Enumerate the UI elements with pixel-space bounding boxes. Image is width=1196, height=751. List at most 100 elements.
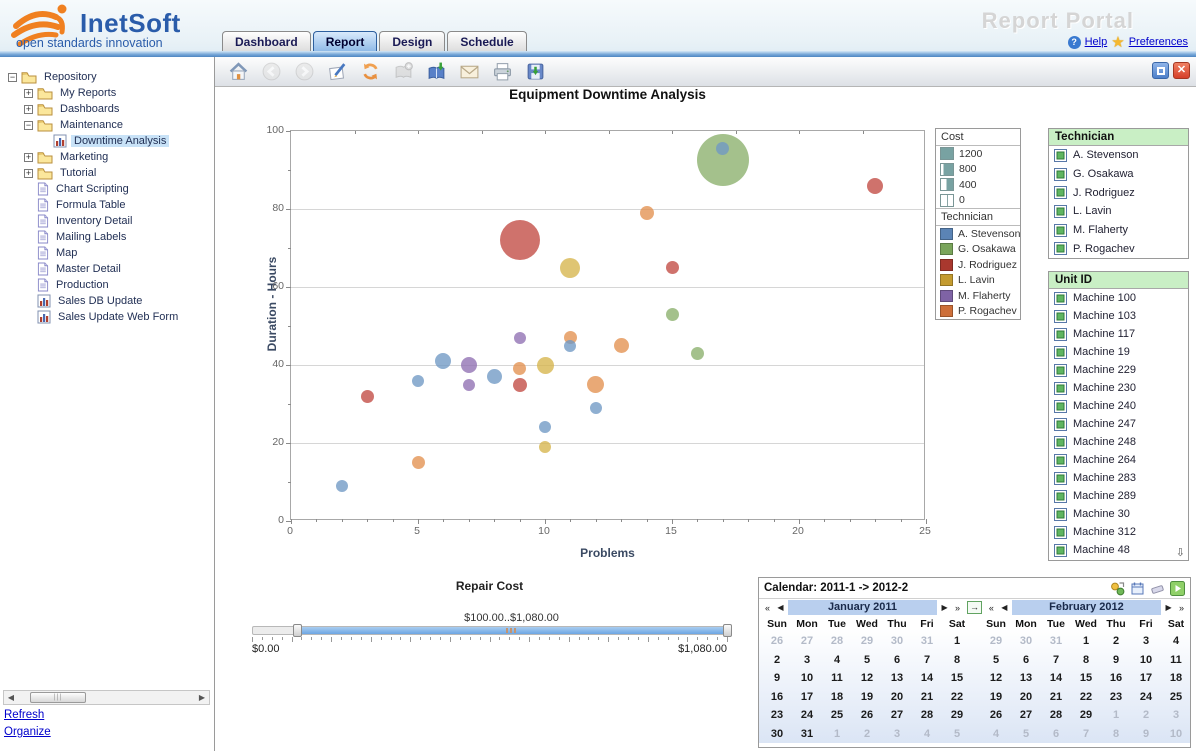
filter-item-j-rodriguez[interactable]: J. Rodriguez bbox=[1049, 183, 1188, 202]
slider-grip-icon[interactable] bbox=[506, 628, 516, 633]
checkbox-checked-icon[interactable] bbox=[1054, 382, 1067, 395]
calendar-day[interactable]: 16 bbox=[1101, 669, 1131, 688]
calendar-day[interactable]: 25 bbox=[822, 706, 852, 725]
edit-icon[interactable] bbox=[326, 61, 348, 83]
organize-link[interactable]: Organize bbox=[4, 726, 51, 738]
preferences-star-icon[interactable]: ★ bbox=[1111, 33, 1124, 51]
checkbox-checked-icon[interactable] bbox=[1054, 490, 1067, 503]
filter-item-machine-312[interactable]: Machine 312 bbox=[1049, 523, 1188, 541]
calendar-day[interactable]: 7 bbox=[1071, 725, 1101, 744]
calendar-day[interactable]: 3 bbox=[882, 725, 912, 744]
next-year-icon[interactable]: » bbox=[1176, 603, 1187, 613]
refresh-icon[interactable] bbox=[359, 61, 381, 83]
tree-item-formula-table[interactable]: Formula Table bbox=[4, 197, 210, 213]
calendar-day[interactable]: 4 bbox=[822, 651, 852, 670]
scroll-left-icon[interactable]: ◀ bbox=[4, 693, 18, 702]
calendar-day[interactable]: 27 bbox=[1011, 706, 1041, 725]
calendar-day[interactable]: 31 bbox=[912, 632, 942, 651]
calendar-day[interactable]: 1 bbox=[822, 725, 852, 744]
calendar-day[interactable]: 11 bbox=[822, 669, 852, 688]
calendar-day[interactable]: 27 bbox=[792, 632, 822, 651]
filter-item-machine-100[interactable]: Machine 100 bbox=[1049, 289, 1188, 307]
scrollbar-thumb[interactable]: ||| bbox=[30, 692, 86, 703]
filter-item-l-lavin[interactable]: L. Lavin bbox=[1049, 202, 1188, 221]
calendar-day[interactable]: 4 bbox=[1161, 632, 1191, 651]
checkbox-checked-icon[interactable] bbox=[1054, 400, 1067, 413]
calendar-day[interactable]: 15 bbox=[942, 669, 972, 688]
month-header-1[interactable]: January 2011 bbox=[788, 600, 937, 615]
slider-right-handle[interactable] bbox=[723, 624, 732, 637]
checkbox-checked-icon[interactable] bbox=[1054, 418, 1067, 431]
help-link[interactable]: Help bbox=[1085, 36, 1108, 48]
calendar-day[interactable]: 9 bbox=[1101, 651, 1131, 670]
calendar-day[interactable]: 13 bbox=[1011, 669, 1041, 688]
calendar-day[interactable]: 14 bbox=[912, 669, 942, 688]
apply-icon[interactable] bbox=[1170, 581, 1185, 596]
calendar-day[interactable]: 5 bbox=[942, 725, 972, 744]
calendar-day[interactable]: 23 bbox=[1101, 688, 1131, 707]
expand-icon[interactable]: + bbox=[24, 89, 33, 98]
filter-item-machine-247[interactable]: Machine 247 bbox=[1049, 415, 1188, 433]
calendar-day[interactable]: 8 bbox=[1071, 651, 1101, 670]
checkbox-checked-icon[interactable] bbox=[1054, 454, 1067, 467]
next-year-icon[interactable]: » bbox=[952, 603, 963, 613]
calendar-day[interactable]: 30 bbox=[882, 632, 912, 651]
calendar-day[interactable]: 25 bbox=[1161, 688, 1191, 707]
collapse-icon[interactable]: − bbox=[8, 73, 17, 82]
calendar-day[interactable]: 23 bbox=[762, 706, 792, 725]
calendar-day[interactable]: 12 bbox=[852, 669, 882, 688]
calendar-day[interactable]: 15 bbox=[1071, 669, 1101, 688]
calendar-day[interactable]: 5 bbox=[1011, 725, 1041, 744]
calendar-day[interactable]: 28 bbox=[912, 706, 942, 725]
calendar-day[interactable]: 5 bbox=[852, 651, 882, 670]
tree-item-sales-update-web-form[interactable]: Sales Update Web Form bbox=[4, 309, 210, 325]
help-icon[interactable]: ? bbox=[1068, 36, 1081, 49]
tree-item-marketing[interactable]: +Marketing bbox=[4, 149, 210, 165]
calendar-day[interactable]: 2 bbox=[1101, 632, 1131, 651]
calendar-day[interactable]: 26 bbox=[852, 706, 882, 725]
range-select-icon[interactable]: → bbox=[967, 601, 982, 614]
checkbox-checked-icon[interactable] bbox=[1054, 508, 1067, 521]
print-icon[interactable] bbox=[491, 61, 513, 83]
preferences-link[interactable]: Preferences bbox=[1129, 36, 1188, 48]
calendar-day[interactable]: 3 bbox=[1131, 632, 1161, 651]
calendar-day[interactable]: 18 bbox=[1161, 669, 1191, 688]
calendar-day[interactable]: 13 bbox=[882, 669, 912, 688]
calendar-day[interactable]: 29 bbox=[1071, 706, 1101, 725]
repair-cost-slider[interactable] bbox=[252, 626, 727, 635]
calendar-day[interactable]: 18 bbox=[822, 688, 852, 707]
calendar-day[interactable]: 17 bbox=[792, 688, 822, 707]
calendar-day[interactable]: 6 bbox=[1011, 651, 1041, 670]
checkbox-checked-icon[interactable] bbox=[1054, 526, 1067, 539]
calendar-day[interactable]: 2 bbox=[762, 651, 792, 670]
home-icon[interactable] bbox=[227, 61, 249, 83]
expand-icon[interactable]: + bbox=[24, 169, 33, 178]
tree-item-my-reports[interactable]: +My Reports bbox=[4, 85, 210, 101]
expand-icon[interactable]: + bbox=[24, 153, 33, 162]
checkbox-checked-icon[interactable] bbox=[1054, 364, 1067, 377]
calendar-day[interactable]: 12 bbox=[981, 669, 1011, 688]
calendar-day[interactable]: 31 bbox=[792, 725, 822, 744]
calendar-day[interactable]: 24 bbox=[1131, 688, 1161, 707]
tree-item-production[interactable]: Production bbox=[4, 277, 210, 293]
checkbox-checked-icon[interactable] bbox=[1054, 472, 1067, 485]
restore-window-button[interactable] bbox=[1152, 62, 1169, 79]
calendar-day[interactable]: 28 bbox=[1041, 706, 1071, 725]
filter-item-machine-283[interactable]: Machine 283 bbox=[1049, 469, 1188, 487]
calendar-day[interactable]: 20 bbox=[882, 688, 912, 707]
checkbox-checked-icon[interactable] bbox=[1054, 224, 1067, 237]
filter-item-machine-30[interactable]: Machine 30 bbox=[1049, 505, 1188, 523]
calendar-day[interactable]: 21 bbox=[1041, 688, 1071, 707]
calendar-day[interactable]: 10 bbox=[1131, 651, 1161, 670]
filter-item-machine-230[interactable]: Machine 230 bbox=[1049, 379, 1188, 397]
calendar-day[interactable]: 27 bbox=[882, 706, 912, 725]
calendar-day[interactable]: 29 bbox=[942, 706, 972, 725]
scroll-right-icon[interactable]: ▶ bbox=[195, 693, 209, 702]
calendar-day[interactable]: 6 bbox=[882, 651, 912, 670]
calendar-day[interactable]: 29 bbox=[852, 632, 882, 651]
filter-item-machine-19[interactable]: Machine 19 bbox=[1049, 343, 1188, 361]
tab-dashboard[interactable]: Dashboard bbox=[222, 31, 311, 52]
month-header-2[interactable]: February 2012 bbox=[1012, 600, 1161, 615]
filter-item-machine-248[interactable]: Machine 248 bbox=[1049, 433, 1188, 451]
filter-item-machine-240[interactable]: Machine 240 bbox=[1049, 397, 1188, 415]
